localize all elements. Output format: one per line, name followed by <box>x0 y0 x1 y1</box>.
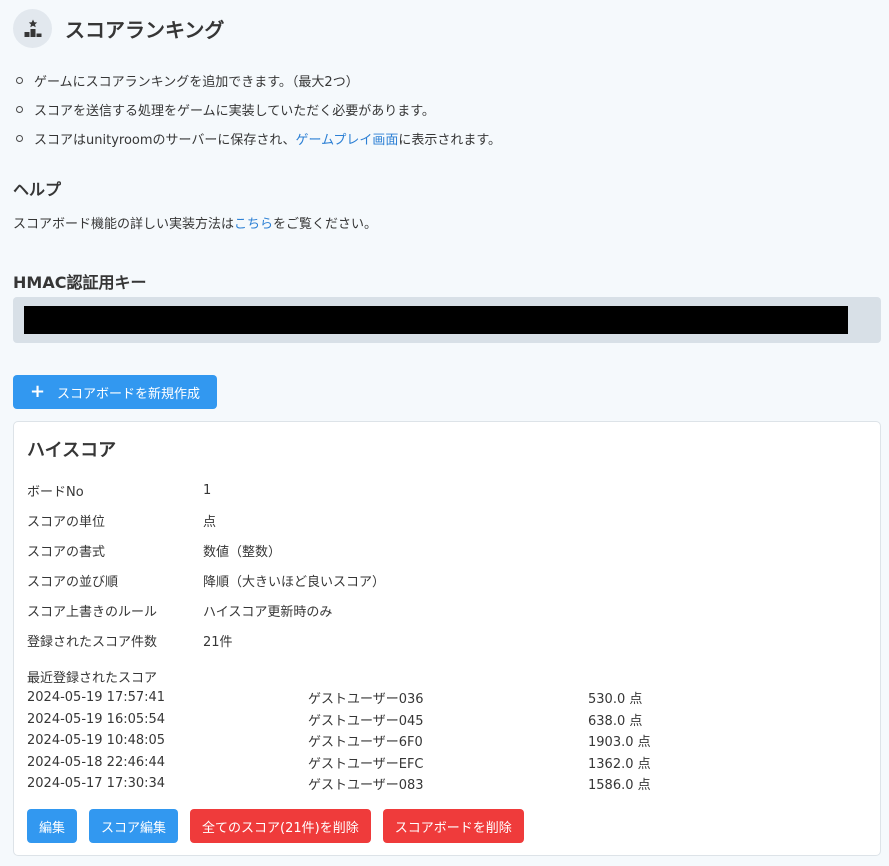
help-heading: ヘルプ <box>13 180 62 199</box>
property-row: スコア上書きのルール ハイスコア更新時のみ <box>27 595 385 625</box>
delete-all-scores-button[interactable]: 全てのスコア(21件)を削除 <box>190 809 371 843</box>
score-user: ゲストユーザー045 <box>308 713 424 729</box>
list-item-text: に表示されます。 <box>398 133 502 148</box>
hmac-key-field[interactable] <box>13 297 881 343</box>
help-text: スコアボード機能の詳しい実装方法はこちらをご覧ください。 <box>13 213 377 232</box>
list-item: スコアはunityroomのサーバーに保存され、 ゲームプレイ画面 に表示されます。 <box>13 124 501 153</box>
delete-scoreboard-button[interactable]: スコアボードを削除 <box>382 809 524 843</box>
property-label: スコアの単位 <box>27 514 106 530</box>
score-row: 2024-05-19 17:57:41 ゲストユーザー036 530.0 点 <box>27 687 651 709</box>
page: スコアランキング ゲームにスコアランキングを追加できます。（最大2つ） スコアを… <box>0 0 889 866</box>
property-row: スコアの書式 数値（整数） <box>27 535 385 565</box>
property-label: スコアの並び順 <box>27 574 119 590</box>
list-item: スコアを送信する処理をゲームに実装していただく必要があります。 <box>13 95 501 124</box>
property-value: 降順（大きいほど良いスコア） <box>203 574 386 590</box>
property-row: 登録されたスコア件数 21件 <box>27 625 385 655</box>
property-label: ボードNo <box>27 484 84 500</box>
score-row: 2024-05-19 10:48:05 ゲストユーザー6F0 1903.0 点 <box>27 730 651 752</box>
new-scoreboard-label: スコアボードを新規作成 <box>57 386 201 402</box>
bullet-icon <box>16 106 23 113</box>
recent-scores-heading: 最近登録されたスコア <box>27 671 158 686</box>
feature-list: ゲームにスコアランキングを追加できます。（最大2つ） スコアを送信する処理をゲー… <box>13 66 501 153</box>
page-header: スコアランキング <box>13 8 224 48</box>
list-item-text: スコアを送信する処理をゲームに実装していただく必要があります。 <box>34 104 435 119</box>
hmac-key-redacted <box>24 306 848 334</box>
score-value: 1362.0 点 <box>588 756 651 772</box>
score-value: 638.0 点 <box>588 713 643 729</box>
bullet-icon <box>16 135 23 142</box>
page-title: スコアランキング <box>65 17 225 42</box>
property-label: スコアの書式 <box>27 544 106 560</box>
edit-button[interactable]: 編集 <box>27 809 78 843</box>
recent-scores-list: 2024-05-19 17:57:41 ゲストユーザー036 530.0 点 2… <box>27 687 651 795</box>
score-user: ゲストユーザー6F0 <box>308 735 423 751</box>
list-item-text: スコアはunityroomのサーバーに保存され、 <box>34 133 296 148</box>
score-date: 2024-05-19 17:57:41 <box>27 690 166 706</box>
score-value: 1903.0 点 <box>588 735 651 751</box>
list-item-text: ゲームにスコアランキングを追加できます。（最大2つ） <box>34 75 359 90</box>
property-value: 1 <box>203 482 212 498</box>
score-row: 2024-05-18 22:46:44 ゲストユーザーEFC 1362.0 点 <box>27 752 651 774</box>
score-user: ゲストユーザー083 <box>308 778 424 794</box>
list-item: ゲームにスコアランキングを追加できます。（最大2つ） <box>13 66 501 95</box>
score-date: 2024-05-19 16:05:54 <box>27 711 166 727</box>
scoreboard-card: ハイスコア ボードNo 1 スコアの単位 点 スコアの書式 数値（整数） スコア… <box>13 421 881 856</box>
help-text-post: をご覧ください。 <box>273 217 378 232</box>
property-label: スコア上書きのルール <box>27 604 158 620</box>
property-label: 登録されたスコア件数 <box>27 634 158 650</box>
score-value: 530.0 点 <box>588 692 643 708</box>
score-value: 1586.0 点 <box>588 778 651 794</box>
gameplay-screen-link[interactable]: ゲームプレイ画面 <box>296 129 399 148</box>
score-date: 2024-05-17 17:30:34 <box>27 776 166 792</box>
property-row: スコアの単位 点 <box>27 505 385 535</box>
property-value: 点 <box>203 514 217 530</box>
scoreboard-title: ハイスコア <box>27 440 117 461</box>
help-link[interactable]: こちら <box>234 217 273 232</box>
property-value: 21件 <box>203 634 233 650</box>
scoreboard-properties: ボードNo 1 スコアの単位 点 スコアの書式 数値（整数） スコアの並び順 降… <box>27 475 385 655</box>
score-user: ゲストユーザー036 <box>308 692 424 708</box>
score-date: 2024-05-19 10:48:05 <box>27 733 166 749</box>
score-row: 2024-05-17 17:30:34 ゲストユーザー083 1586.0 点 <box>27 773 651 795</box>
plus-icon: + <box>29 381 46 402</box>
score-user: ゲストユーザーEFC <box>308 756 424 772</box>
scoreboard-actions: 編集 スコア編集 全てのスコア(21件)を削除 スコアボードを削除 <box>27 809 536 843</box>
score-date: 2024-05-18 22:46:44 <box>27 754 166 770</box>
property-value: ハイスコア更新時のみ <box>203 604 333 620</box>
property-value: 数値（整数） <box>203 544 282 560</box>
score-row: 2024-05-19 16:05:54 ゲストユーザー045 638.0 点 <box>27 709 651 731</box>
new-scoreboard-button[interactable]: + スコアボードを新規作成 <box>13 375 217 409</box>
hmac-key-heading: HMAC認証用キー <box>13 273 147 292</box>
property-row: スコアの並び順 降順（大きいほど良いスコア） <box>27 565 385 595</box>
edit-scores-button[interactable]: スコア編集 <box>89 809 179 843</box>
help-text-pre: スコアボード機能の詳しい実装方法は <box>13 217 235 232</box>
ranking-podium-icon <box>13 8 52 48</box>
bullet-icon <box>16 77 23 84</box>
property-row: ボードNo 1 <box>27 475 385 505</box>
